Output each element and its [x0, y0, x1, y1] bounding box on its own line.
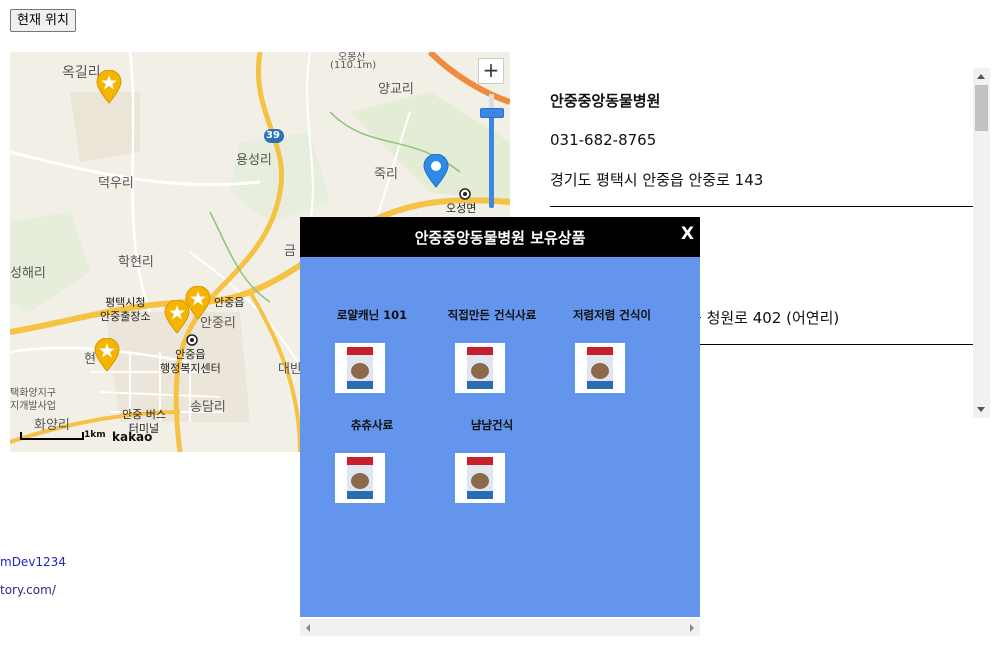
- place-address: 경기도 평택시 안중읍 안중로 143: [550, 171, 764, 189]
- product-item[interactable]: 츄츄사료: [312, 417, 432, 527]
- place-item[interactable]: 안중중앙동물병원 031-682-8765 경기도 평택시 안중읍 안중로 14…: [550, 68, 973, 207]
- product-name: 냠냠건식: [470, 418, 514, 432]
- close-button[interactable]: X: [681, 224, 694, 244]
- product-image[interactable]: [335, 343, 385, 393]
- zoom-control: +: [478, 58, 504, 208]
- scrollbar-thumb[interactable]: [975, 85, 988, 131]
- popup-header: 안중중앙동물병원 보유상품 X: [300, 217, 700, 257]
- footer-link[interactable]: tory.com/: [0, 583, 56, 597]
- current-location-button[interactable]: 현재 위치: [10, 9, 76, 32]
- product-image[interactable]: [575, 343, 625, 393]
- place-name: 안중중앙동물병원: [550, 92, 661, 110]
- scroll-up-icon[interactable]: [977, 74, 985, 79]
- map-label: 금: [284, 244, 296, 259]
- selected-marker-icon[interactable]: [423, 154, 449, 188]
- map-label: 학현리: [118, 255, 154, 270]
- map-label: 양교리: [378, 82, 414, 97]
- product-name: 직접만든 건식사료: [447, 308, 537, 322]
- zoom-slider[interactable]: [489, 112, 494, 208]
- popup-title: 안중중앙동물병원 보유상품: [414, 229, 586, 247]
- footer-link[interactable]: mDev1234: [0, 555, 66, 569]
- map-label: 대반: [278, 362, 302, 377]
- map-label: 용성리: [236, 153, 272, 168]
- route-number: 39: [266, 130, 280, 141]
- star-marker-icon[interactable]: [96, 70, 122, 104]
- product-item[interactable]: 직접만든 건식사료: [432, 307, 552, 417]
- product-item[interactable]: 로얄캐닌 101: [312, 307, 432, 417]
- map-label: 안중읍: [214, 296, 245, 309]
- map-label: 오성면: [446, 202, 477, 215]
- map-logo: kakao: [112, 430, 153, 444]
- horizontal-scrollbar[interactable]: [300, 619, 700, 636]
- map-label: 성해리: [10, 266, 46, 281]
- map-label: (110.1m): [330, 60, 377, 71]
- zoom-in-button[interactable]: +: [478, 58, 504, 84]
- map-label: 안중읍 행정복지센터: [160, 348, 221, 375]
- map-label: 죽리: [374, 167, 398, 182]
- product-image[interactable]: [455, 453, 505, 503]
- vertical-scrollbar[interactable]: [973, 68, 990, 418]
- zoom-slider-handle[interactable]: [480, 108, 504, 118]
- product-popup: 안중중앙동물병원 보유상품 X 로얄캐닌 101 직접만든 건식사료 저렴저렴 …: [300, 217, 700, 617]
- product-name: 로얄캐닌 101: [336, 308, 408, 322]
- star-marker-icon[interactable]: [94, 338, 120, 372]
- product-name: 츄츄사료: [350, 418, 394, 432]
- product-image[interactable]: [335, 453, 385, 503]
- scale-label: 1km: [84, 430, 106, 440]
- scale-bar: [20, 432, 84, 440]
- map-label: 덕우리: [98, 176, 134, 191]
- scroll-down-icon[interactable]: [977, 407, 985, 412]
- product-name: 저렴저렴 건식이: [572, 308, 652, 322]
- product-image[interactable]: [455, 343, 505, 393]
- star-marker-icon[interactable]: [164, 300, 190, 334]
- map-label: 옥길리: [62, 65, 101, 81]
- scroll-right-icon[interactable]: [690, 624, 694, 632]
- place-phone: 031-682-8765: [550, 131, 657, 149]
- map-label: 송담리: [190, 400, 226, 415]
- scroll-left-icon[interactable]: [306, 624, 310, 632]
- product-item[interactable]: 저렴저렴 건식이: [552, 307, 672, 417]
- map-label: 평택시청 안중출장소: [100, 296, 151, 323]
- map-label: 택화양지구 지개발사업: [10, 388, 56, 412]
- map-label: 화양리: [34, 418, 70, 433]
- product-item[interactable]: 냠냠건식: [432, 417, 552, 527]
